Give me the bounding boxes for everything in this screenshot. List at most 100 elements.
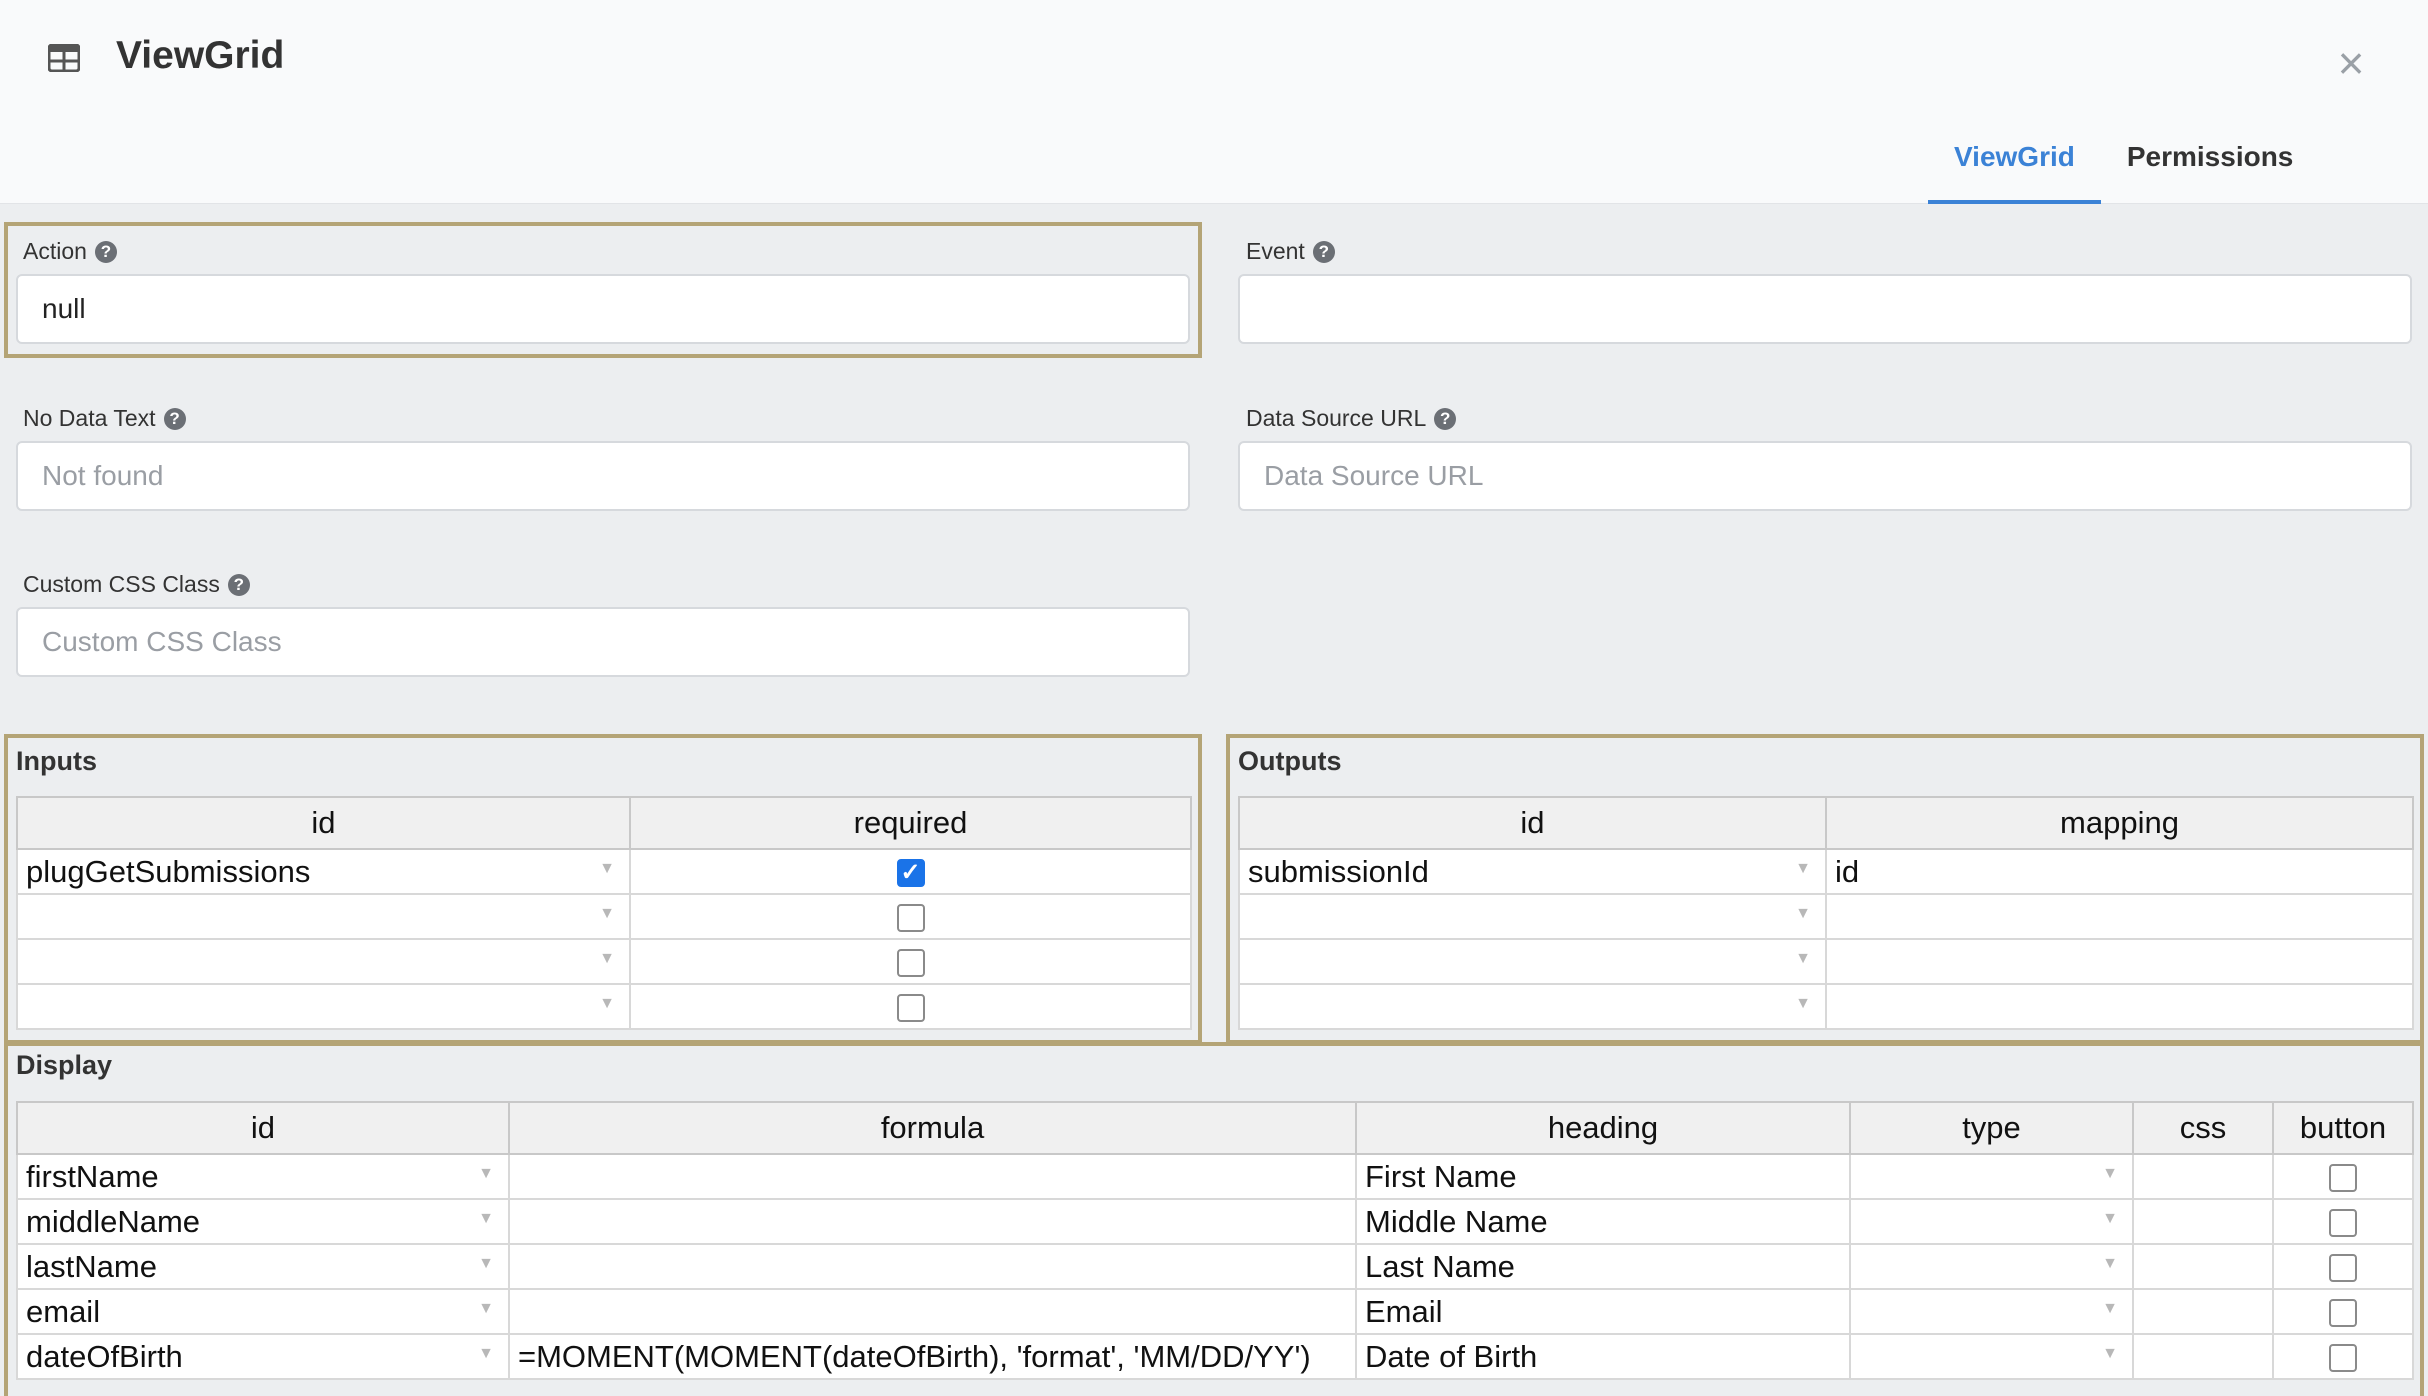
mapping-cell[interactable] [1825, 983, 2414, 1030]
dropdown-arrow-icon[interactable]: ▼ [2102, 1165, 2118, 1183]
action-label-text: Action [23, 238, 87, 264]
close-icon[interactable]: × [2330, 40, 2372, 86]
column-header-id[interactable]: id [16, 796, 631, 850]
question-circle-icon[interactable]: ? [227, 573, 250, 596]
data-source-url-input[interactable] [1238, 441, 2412, 511]
mapping-cell[interactable] [1825, 938, 2414, 985]
button-checkbox[interactable] [2329, 1299, 2357, 1328]
column-header-id[interactable]: id [1238, 796, 1827, 850]
table-row: plugGetSubmissions ▼ ✓ [16, 848, 1192, 895]
button-checkbox[interactable] [2329, 1164, 2357, 1193]
css-cell[interactable] [2132, 1243, 2274, 1290]
table-row: ▼ [1238, 893, 2414, 940]
heading-cell[interactable]: Last Name [1355, 1243, 1851, 1290]
data-source-url-label-text: Data Source URL [1246, 405, 1427, 431]
tab-viewgrid[interactable]: ViewGrid [1928, 132, 2101, 204]
cell-text: middleName [26, 1203, 201, 1239]
dropdown-arrow-icon[interactable]: ▼ [599, 950, 615, 968]
dropdown-arrow-icon[interactable]: ▼ [1795, 950, 1811, 968]
mapping-cell[interactable] [1825, 893, 2414, 940]
output-id-cell[interactable]: ▼ [1238, 893, 1827, 940]
heading-cell[interactable]: Email [1355, 1288, 1851, 1335]
display-id-cell[interactable]: email ▼ [16, 1288, 510, 1335]
button-checkbox[interactable] [2329, 1209, 2357, 1238]
question-circle-icon[interactable]: ? [94, 240, 117, 263]
column-header-id[interactable]: id [16, 1101, 510, 1155]
no-data-text-input[interactable] [16, 441, 1190, 511]
input-id-cell[interactable]: ▼ [16, 983, 631, 1030]
question-circle-icon[interactable]: ? [163, 407, 186, 430]
display-id-cell[interactable]: dateOfBirth ▼ [16, 1333, 510, 1380]
type-cell[interactable]: ▼ [1849, 1333, 2134, 1380]
display-id-cell[interactable]: lastName ▼ [16, 1243, 510, 1290]
dropdown-arrow-icon[interactable]: ▼ [599, 995, 615, 1013]
required-checkbox[interactable]: ✓ [896, 859, 925, 888]
button-checkbox[interactable] [2329, 1344, 2357, 1373]
formula-cell[interactable] [508, 1198, 1357, 1245]
dropdown-arrow-icon[interactable]: ▼ [599, 860, 615, 878]
tab-permissions[interactable]: Permissions [2101, 132, 2320, 204]
dropdown-arrow-icon[interactable]: ▼ [1795, 905, 1811, 923]
action-label: Action ? [23, 238, 117, 265]
display-id-cell[interactable]: middleName ▼ [16, 1198, 510, 1245]
column-header-mapping[interactable]: mapping [1825, 796, 2414, 850]
button-cell [2272, 1153, 2414, 1200]
required-checkbox[interactable] [896, 904, 925, 933]
dropdown-arrow-icon[interactable]: ▼ [2102, 1300, 2118, 1318]
input-id-cell[interactable]: ▼ [16, 893, 631, 940]
heading-cell[interactable]: Middle Name [1355, 1198, 1851, 1245]
table-row: ▼ [1238, 938, 2414, 985]
dropdown-arrow-icon[interactable]: ▼ [599, 905, 615, 923]
dropdown-arrow-icon[interactable]: ▼ [478, 1165, 494, 1183]
type-cell[interactable]: ▼ [1849, 1288, 2134, 1335]
button-checkbox[interactable] [2329, 1254, 2357, 1283]
question-circle-icon[interactable]: ? [1434, 407, 1457, 430]
dropdown-arrow-icon[interactable]: ▼ [2102, 1210, 2118, 1228]
dropdown-arrow-icon[interactable]: ▼ [478, 1300, 494, 1318]
formula-cell[interactable] [508, 1288, 1357, 1335]
formula-cell[interactable]: =MOMENT(MOMENT(dateOfBirth), 'format', '… [508, 1333, 1357, 1380]
formula-cell[interactable] [508, 1153, 1357, 1200]
input-id-cell[interactable]: ▼ [16, 938, 631, 985]
event-input[interactable] [1238, 274, 2412, 344]
heading-cell[interactable]: First Name [1355, 1153, 1851, 1200]
no-data-text-label-text: No Data Text [23, 405, 156, 431]
column-header-formula[interactable]: formula [508, 1101, 1357, 1155]
output-id-cell[interactable]: submissionId ▼ [1238, 848, 1827, 895]
formula-cell[interactable] [508, 1243, 1357, 1290]
output-id-cell[interactable]: ▼ [1238, 938, 1827, 985]
css-cell[interactable] [2132, 1198, 2274, 1245]
css-cell[interactable] [2132, 1333, 2274, 1380]
css-cell[interactable] [2132, 1288, 2274, 1335]
dropdown-arrow-icon[interactable]: ▼ [478, 1255, 494, 1273]
dropdown-arrow-icon[interactable]: ▼ [1795, 860, 1811, 878]
question-circle-icon[interactable]: ? [1312, 240, 1335, 263]
heading-cell[interactable]: Date of Birth [1355, 1333, 1851, 1380]
column-header-heading[interactable]: heading [1355, 1101, 1851, 1155]
display-id-cell[interactable]: firstName ▼ [16, 1153, 510, 1200]
required-checkbox[interactable] [896, 994, 925, 1023]
type-cell[interactable]: ▼ [1849, 1243, 2134, 1290]
column-header-css[interactable]: css [2132, 1101, 2274, 1155]
required-cell [629, 938, 1192, 985]
input-id-cell[interactable]: plugGetSubmissions ▼ [16, 848, 631, 895]
output-id-cell[interactable]: ▼ [1238, 983, 1827, 1030]
dropdown-arrow-icon[interactable]: ▼ [1795, 995, 1811, 1013]
mapping-cell[interactable]: id [1825, 848, 2414, 895]
type-cell[interactable]: ▼ [1849, 1153, 2134, 1200]
dropdown-arrow-icon[interactable]: ▼ [478, 1210, 494, 1228]
outputs-title: Outputs [1238, 746, 1342, 776]
css-cell[interactable] [2132, 1153, 2274, 1200]
action-input[interactable] [16, 274, 1190, 344]
dropdown-arrow-icon[interactable]: ▼ [2102, 1345, 2118, 1363]
required-checkbox[interactable] [896, 949, 925, 978]
type-cell[interactable]: ▼ [1849, 1198, 2134, 1245]
custom-css-class-input[interactable] [16, 607, 1190, 677]
column-header-button[interactable]: button [2272, 1101, 2414, 1155]
cell-text: email [26, 1293, 101, 1329]
column-header-type[interactable]: type [1849, 1101, 2134, 1155]
custom-css-class-label: Custom CSS Class ? [23, 571, 250, 598]
dropdown-arrow-icon[interactable]: ▼ [478, 1345, 494, 1363]
column-header-required[interactable]: required [629, 796, 1192, 850]
dropdown-arrow-icon[interactable]: ▼ [2102, 1255, 2118, 1273]
